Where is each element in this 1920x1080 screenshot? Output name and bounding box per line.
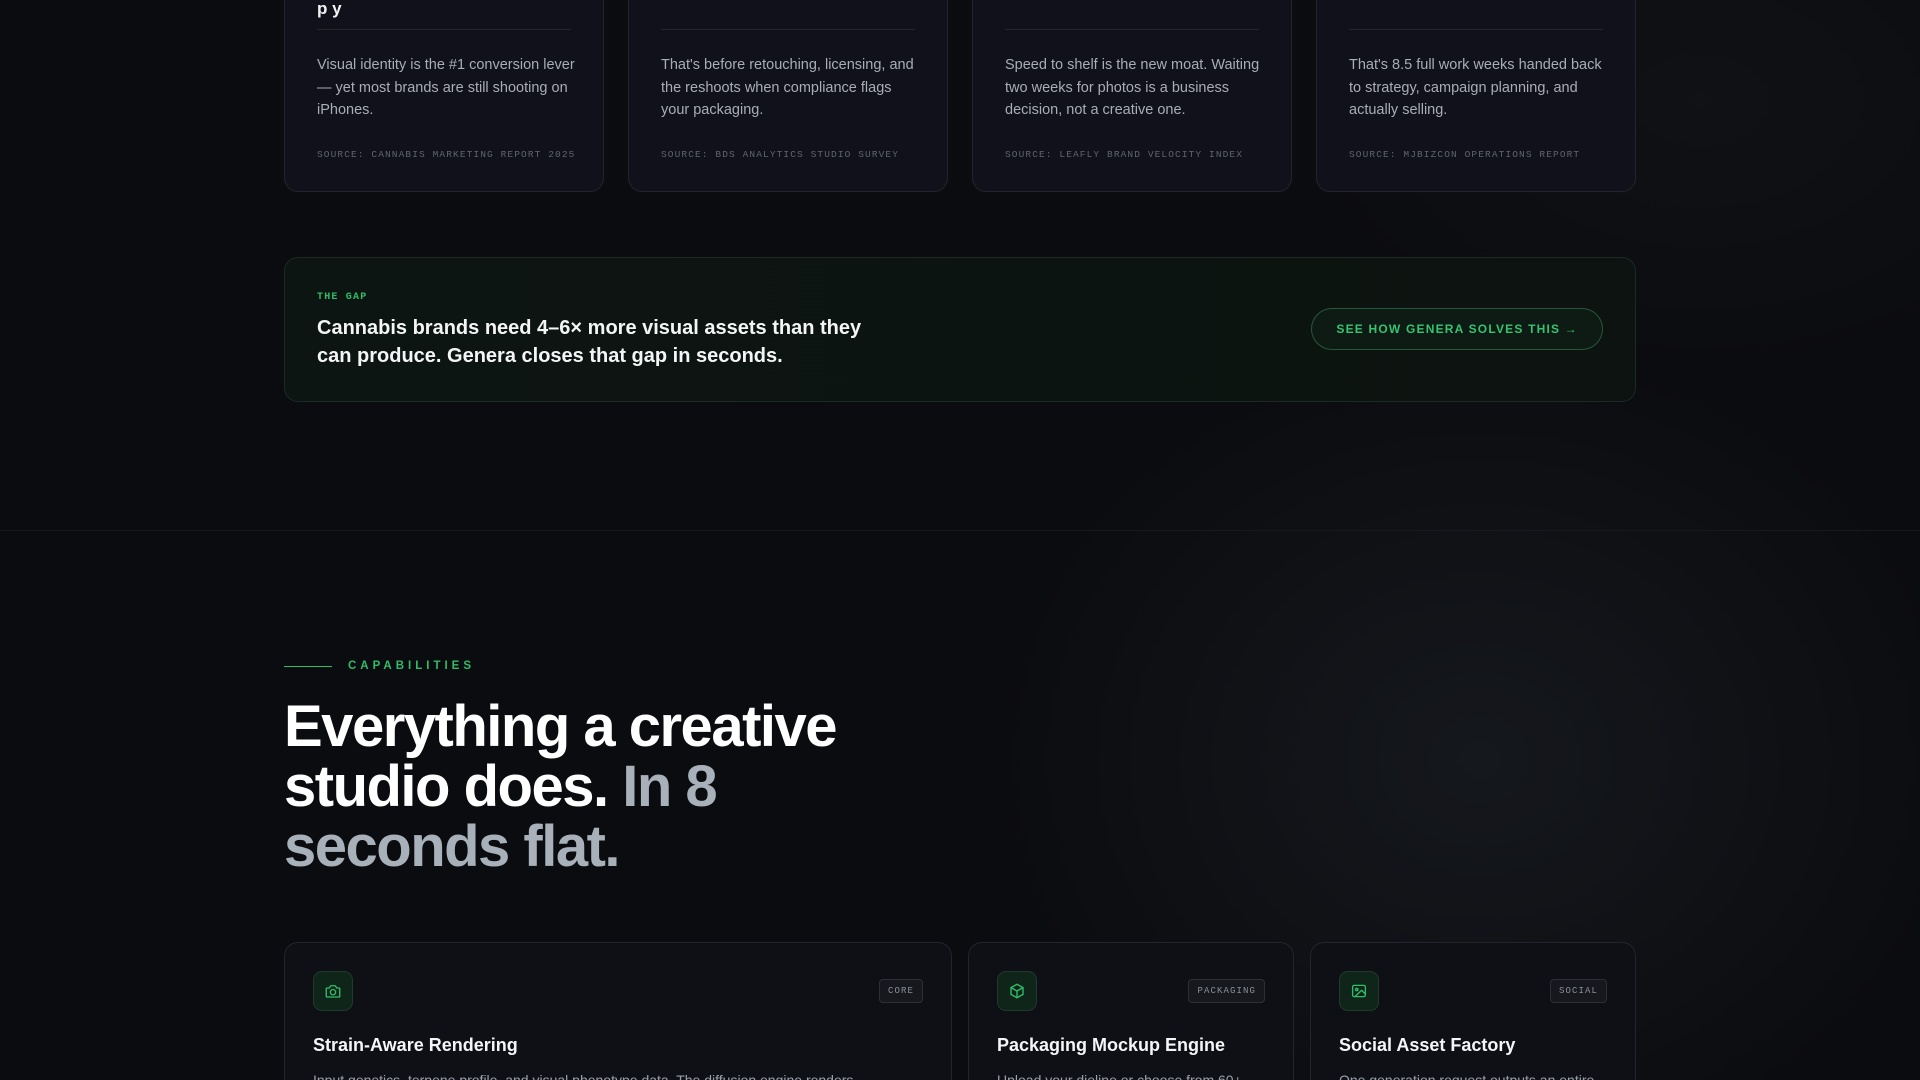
feature-title: Social Asset Factory [1339,1035,1516,1055]
stat-card-source: SOURCE: CANNABIS MARKETING REPORT 2025 [317,149,576,160]
capabilities-eyebrow: CAPABILITIES [284,660,475,672]
feature-description: Input genetics, terpene profile, and vis… [313,1072,854,1080]
stat-card-1: p y Visual identity is the #1 conversion… [284,0,604,192]
stat-card-body: Speed to shelf is the new moat. Waiting … [1005,57,1260,118]
image-icon [1339,971,1379,1011]
feature-tag: CORE [878,979,923,1003]
stat-card-source: SOURCE: LEAFLY BRAND VELOCITY INDEX [1005,149,1244,160]
section-divider [0,530,1920,531]
stat-card-body: That's before retouching, licensing, and… [661,57,914,118]
camera-icon [313,971,353,1011]
feature-description: Upload your dieline or choose from 60+ [997,1072,1242,1080]
capabilities-label: CAPABILITIES [348,660,476,672]
feature-tag: PACKAGING [1188,979,1265,1003]
stat-card-source: SOURCE: BDS ANALYTICS STUDIO SURVEY [661,149,900,160]
feature-card-strain-aware-rendering[interactable]: CORE Strain-Aware Rendering Input geneti… [284,942,952,1080]
stat-card-body: That's 8.5 full work weeks handed back t… [1349,57,1602,118]
feature-title: Strain-Aware Rendering [313,1035,518,1055]
gap-banner: THE GAP Cannabis brands need 4–6× more v… [284,257,1636,402]
stat-card-2: That's before retouching, licensing, and… [628,0,948,192]
stat-card-source: SOURCE: MJBIZCON OPERATIONS REPORT [1349,149,1581,160]
stat-card-body: Visual identity is the #1 conversion lev… [317,57,575,118]
feature-description: One generation request outputs an entire [1339,1072,1595,1080]
capabilities-title: Everything a creative studio does. In 8 … [284,697,924,877]
stat-card-3: Speed to shelf is the new moat. Waiting … [972,0,1292,192]
stat-card-4: That's 8.5 full work weeks handed back t… [1316,0,1636,192]
eyebrow-line [284,665,332,667]
feature-tag: SOCIAL [1549,979,1607,1003]
see-how-genera-solves-button[interactable]: SEE HOW GENERA SOLVES THIS → [1311,308,1603,350]
feature-title: Packaging Mockup Engine [997,1035,1226,1055]
stat-card-title: p y [317,0,342,18]
card-divider [317,29,571,30]
feature-card-social-asset-factory[interactable]: SOCIAL Social Asset Factory One generati… [1310,942,1636,1080]
capabilities-title-main: Everything a creative studio does. [284,694,838,819]
feature-card-packaging-mockup-engine[interactable]: PACKAGING Packaging Mockup Engine Upload… [968,942,1294,1080]
gap-eyebrow: THE GAP [317,292,368,303]
card-divider [1005,29,1259,30]
gap-headline: Cannabis brands need 4–6× more visual as… [317,317,862,367]
card-divider [1349,29,1603,30]
card-divider [661,29,915,30]
box-icon [997,971,1037,1011]
